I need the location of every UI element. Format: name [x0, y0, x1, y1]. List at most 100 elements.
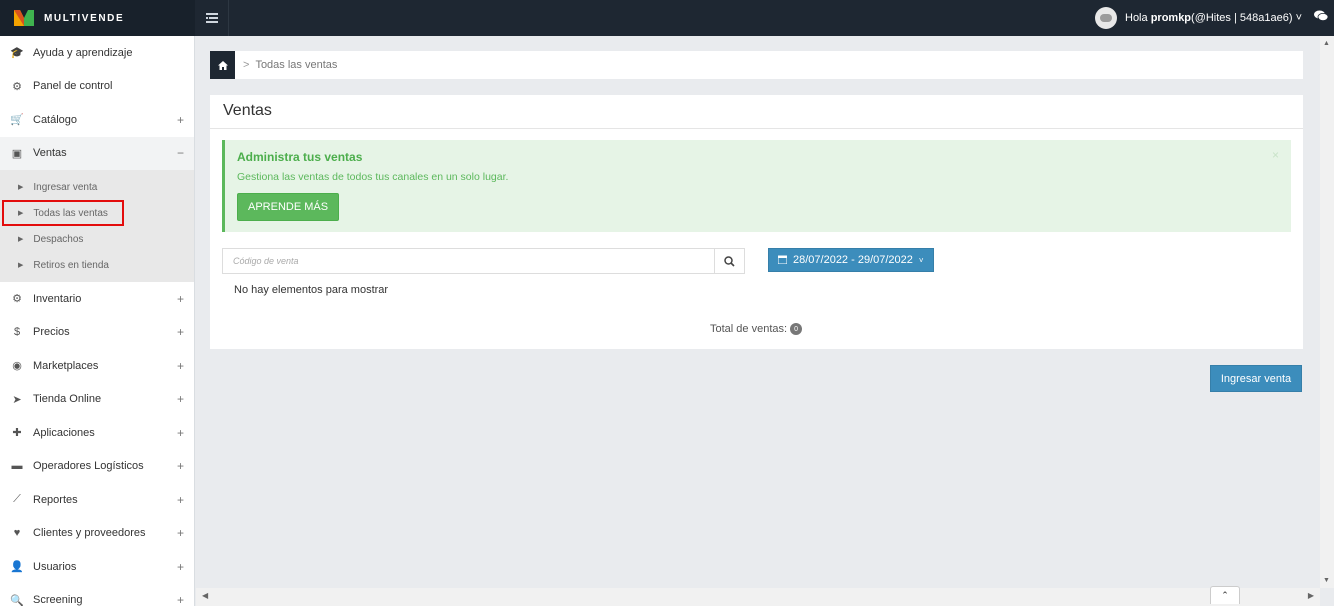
empty-message: No hay elementos para mostrar [234, 284, 389, 296]
scroll-right-icon[interactable]: ▶ [1308, 591, 1314, 600]
alert-title: Administra tus ventas [237, 150, 363, 164]
line-chart-icon: ⟋ [13, 493, 21, 506]
sidebar-item-label: Precios [33, 326, 70, 339]
list-icon[interactable] [195, 0, 229, 36]
sidebar-item-operadores[interactable]: ▬ Operadores Logísticos + [0, 450, 194, 484]
truck-icon: ▬ [11, 460, 23, 473]
top-bar: MULTIVENDE Hola promkp (@Hites | 548a1ae… [0, 0, 1334, 36]
cart-icon: 🛒 [10, 114, 24, 127]
date-range-value: 28/07/2022 - 29/07/2022 [793, 254, 913, 266]
info-alert: Administra tus ventas Gestiona las venta… [222, 140, 1291, 232]
brand[interactable]: MULTIVENDE [0, 0, 195, 36]
sidebar-item-label: Reportes [33, 493, 78, 506]
submenu-item-todas-las-ventas[interactable]: ▶ Todas las ventas [2, 200, 124, 226]
sales-panel: Ventas Administra tus ventas Gestiona la… [210, 95, 1303, 349]
sidebar-item-label: Clientes y proveedores [33, 527, 146, 540]
sidebar-item-tienda-online[interactable]: ➤ Tienda Online + [0, 383, 194, 417]
expand-icon[interactable]: + [177, 560, 184, 574]
scroll-to-top-button[interactable]: ⌃ [1210, 586, 1240, 604]
submenu-item-label: Ingresar venta [33, 181, 98, 193]
expand-icon[interactable]: + [177, 359, 184, 373]
sidebar: 🎓 Ayuda y aprendizaje ⚙ Panel de control… [0, 36, 195, 606]
sidebar-item-panel[interactable]: ⚙ Panel de control [0, 70, 194, 104]
sidebar-item-label: Marketplaces [33, 359, 99, 372]
sidebar-item-label: Inventario [33, 292, 82, 305]
learn-more-button[interactable]: APRENDE MÁS [237, 193, 340, 221]
sidebar-item-precios[interactable]: $ Precios + [0, 316, 194, 350]
search-icon [724, 255, 735, 267]
expand-icon[interactable]: + [177, 526, 184, 540]
caret-right-icon: ▶ [18, 184, 24, 191]
sidebar-item-label: Aplicaciones [33, 426, 95, 439]
home-icon[interactable] [210, 51, 235, 79]
graduation-cap-icon: 🎓 [10, 47, 24, 60]
breadcrumb-current: Todas las ventas [255, 59, 338, 71]
greeting-prefix: Hola [1125, 12, 1148, 24]
sidebar-item-aplicaciones[interactable]: ✚ Aplicaciones + [0, 416, 194, 450]
money-icon: ▣ [11, 147, 23, 160]
chevron-up-icon: ⌃ [1221, 590, 1229, 600]
sidebar-item-clientes[interactable]: ♥ Clientes y proveedores + [0, 517, 194, 551]
sidebar-item-ventas[interactable]: ▣ Ventas − [0, 136, 194, 170]
caret-right-icon: ▶ [18, 236, 24, 243]
total-sales: Total de ventas: 0 [710, 323, 803, 335]
sidebar-item-screening[interactable]: 🔍 Screening + [0, 584, 194, 606]
total-label: Total de ventas: [710, 323, 788, 335]
submenu-item-label: Despachos [33, 233, 84, 245]
ventas-submenu: ▶ Ingresar venta ▶ Todas las ventas ▶ De… [0, 170, 194, 282]
expand-icon[interactable]: + [177, 325, 184, 339]
search-icon: 🔍 [10, 594, 24, 606]
user-icon: 👤 [10, 561, 24, 574]
total-count-badge: 0 [790, 323, 803, 335]
sidebar-item-label: Tienda Online [33, 393, 102, 406]
add-sale-button[interactable]: Ingresar venta [1210, 365, 1302, 392]
sidebar-item-inventario[interactable]: ⚙ Inventario + [0, 282, 194, 316]
expand-icon[interactable]: + [177, 493, 184, 507]
search-button[interactable] [715, 248, 745, 274]
expand-icon[interactable]: + [177, 459, 184, 473]
submenu-item-label: Retiros en tienda [33, 259, 109, 271]
vertical-scrollbar[interactable]: ▲ ▼ [1320, 36, 1334, 588]
sidebar-item-label: Panel de control [33, 80, 113, 93]
account-label: (@Hites | 548a1ae6) [1191, 12, 1293, 24]
submenu-item-retiros[interactable]: ▶ Retiros en tienda [0, 252, 194, 278]
user-menu[interactable]: Hola promkp (@Hites | 548a1ae6) ˅ [1095, 0, 1302, 36]
sidebar-item-reportes[interactable]: ⟋ Reportes + [0, 483, 194, 517]
submenu-item-ingresar-venta[interactable]: ▶ Ingresar venta [0, 174, 194, 200]
brand-name: MULTIVENDE [44, 12, 125, 24]
close-icon[interactable]: × [1272, 148, 1279, 162]
submenu-item-despachos[interactable]: ▶ Despachos [0, 226, 194, 252]
calendar-icon [777, 255, 788, 266]
date-range-button[interactable]: 28/07/2022 - 29/07/2022 ˅ [768, 248, 934, 272]
sidebar-item-label: Ventas [33, 147, 67, 160]
submenu-item-label: Todas las ventas [33, 207, 108, 219]
expand-icon[interactable]: + [177, 392, 184, 406]
chat-icon[interactable] [1314, 10, 1329, 25]
sidebar-item-label: Catálogo [33, 113, 78, 126]
scroll-left-icon[interactable]: ◀ [202, 591, 208, 600]
caret-right-icon: ▶ [18, 210, 24, 217]
sidebar-item-ayuda[interactable]: 🎓 Ayuda y aprendizaje [0, 36, 194, 70]
sidebar-item-marketplaces[interactable]: ◉ Marketplaces + [0, 349, 194, 383]
sidebar-item-label: Ayuda y aprendizaje [33, 46, 133, 59]
sidebar-item-label: Usuarios [33, 560, 77, 573]
collapse-icon[interactable]: − [177, 146, 184, 160]
expand-icon[interactable]: + [177, 292, 184, 306]
main-content: > Todas las ventas Ventas Administra tus… [196, 36, 1320, 588]
expand-icon[interactable]: + [177, 593, 184, 606]
caret-right-icon: ▶ [18, 262, 24, 269]
dashboard-icon: ⚙ [12, 80, 22, 93]
scroll-up-icon[interactable]: ▲ [1323, 40, 1330, 47]
breadcrumb-separator: > [243, 59, 250, 71]
breadcrumb: > Todas las ventas [210, 51, 1303, 79]
expand-icon[interactable]: + [177, 426, 184, 440]
puzzle-icon: ✚ [12, 427, 22, 440]
search-input[interactable] [222, 248, 715, 274]
chevron-down-icon: ˅ [918, 255, 924, 265]
cubes-icon: ⚙ [12, 293, 22, 306]
sidebar-item-usuarios[interactable]: 👤 Usuarios + [0, 550, 194, 584]
scroll-down-icon[interactable]: ▼ [1323, 577, 1330, 584]
expand-icon[interactable]: + [177, 113, 184, 127]
sidebar-item-catalogo[interactable]: 🛒 Catálogo + [0, 103, 194, 137]
horizontal-scrollbar[interactable]: ◀ ▶ [196, 588, 1320, 606]
